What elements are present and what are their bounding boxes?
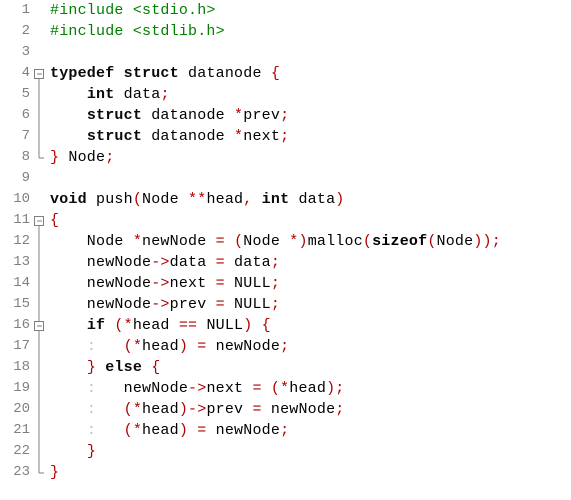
code-text[interactable]: #include <stdio.h>	[46, 0, 216, 21]
code-line[interactable]: 9	[0, 168, 571, 189]
code-line[interactable]: 11 {	[0, 210, 571, 231]
fold-guide-icon	[32, 399, 46, 420]
code-line[interactable]: 15 newNode->prev = NULL;	[0, 294, 571, 315]
line-number: 13	[0, 252, 32, 273]
fold-guide-icon	[32, 378, 46, 399]
code-line[interactable]: 19 : newNode->next = (*head);	[0, 378, 571, 399]
code-line[interactable]: 2 #include <stdlib.h>	[0, 21, 571, 42]
code-line[interactable]: 23}	[0, 462, 571, 483]
code-text[interactable]: : (*head) = newNode;	[46, 420, 289, 441]
line-number: 8	[0, 147, 32, 168]
code-line[interactable]: 3	[0, 42, 571, 63]
fold-guide-icon	[32, 462, 46, 483]
code-line[interactable]: 10 void push(Node **head, int data)	[0, 189, 571, 210]
line-number: 19	[0, 378, 32, 399]
code-line[interactable]: 12 Node *newNode = (Node *)malloc(sizeof…	[0, 231, 571, 252]
fold-guide-icon	[32, 294, 46, 315]
line-number: 21	[0, 420, 32, 441]
line-number: 5	[0, 84, 32, 105]
code-text[interactable]: if (*head == NULL) {	[46, 315, 271, 336]
code-text[interactable]: int data;	[46, 84, 170, 105]
fold-guide-icon	[32, 420, 46, 441]
fold-guide-icon	[32, 147, 46, 168]
code-text[interactable]: void push(Node **head, int data)	[46, 189, 345, 210]
code-line[interactable]: 16 if (*head == NULL) {	[0, 315, 571, 336]
code-line[interactable]: 18 } else {	[0, 357, 571, 378]
fold-guide-icon	[32, 273, 46, 294]
code-text[interactable]: Node *newNode = (Node *)malloc(sizeof(No…	[46, 231, 501, 252]
code-editor[interactable]: 1 #include <stdio.h> 2 #include <stdlib.h> 3…	[0, 0, 571, 483]
line-number: 18	[0, 357, 32, 378]
line-number: 7	[0, 126, 32, 147]
code-line[interactable]: 7 struct datanode *next;	[0, 126, 571, 147]
code-text[interactable]: typedef struct datanode {	[46, 63, 280, 84]
code-line[interactable]: 13 newNode->data = data;	[0, 252, 571, 273]
fold-toggle-icon[interactable]	[32, 210, 46, 231]
code-text[interactable]: struct datanode *prev;	[46, 105, 289, 126]
fold-guide-icon	[32, 441, 46, 462]
line-number: 6	[0, 105, 32, 126]
fold-guide-icon	[32, 357, 46, 378]
code-line[interactable]: 20 : (*head)->prev = newNode;	[0, 399, 571, 420]
code-text[interactable]: struct datanode *next;	[46, 126, 289, 147]
line-number: 14	[0, 273, 32, 294]
code-text[interactable]: : (*head)->prev = newNode;	[46, 399, 345, 420]
line-number: 20	[0, 399, 32, 420]
line-number: 11	[0, 210, 32, 231]
code-text[interactable]: : newNode->next = (*head);	[46, 378, 344, 399]
fold-guide-icon	[32, 252, 46, 273]
code-line[interactable]: 8 } Node;	[0, 147, 571, 168]
fold-guide-icon	[32, 126, 46, 147]
fold-guide-icon	[32, 336, 46, 357]
code-text[interactable]: : (*head) = newNode;	[46, 336, 289, 357]
code-line[interactable]: 6 struct datanode *prev;	[0, 105, 571, 126]
line-number: 15	[0, 294, 32, 315]
line-number: 2	[0, 21, 32, 42]
line-number: 23	[0, 462, 32, 483]
line-number: 1	[0, 0, 32, 21]
code-line[interactable]: 5 int data;	[0, 84, 571, 105]
code-line[interactable]: 22 }	[0, 441, 571, 462]
fold-guide-icon	[32, 105, 46, 126]
fold-toggle-icon[interactable]	[32, 63, 46, 84]
code-line[interactable]: 21 : (*head) = newNode;	[0, 420, 571, 441]
line-number: 10	[0, 189, 32, 210]
code-text[interactable]: {	[46, 210, 59, 231]
code-text[interactable]: }	[46, 441, 96, 462]
code-text[interactable]: #include <stdlib.h>	[46, 21, 225, 42]
line-number: 4	[0, 63, 32, 84]
code-line[interactable]: 17 : (*head) = newNode;	[0, 336, 571, 357]
code-line[interactable]: 1 #include <stdio.h>	[0, 0, 571, 21]
line-number: 17	[0, 336, 32, 357]
code-text[interactable]: } else {	[46, 357, 160, 378]
line-number: 22	[0, 441, 32, 462]
code-line[interactable]: 14 newNode->next = NULL;	[0, 273, 571, 294]
fold-guide-icon	[32, 231, 46, 252]
code-text[interactable]: }	[46, 462, 59, 483]
fold-guide-icon	[32, 84, 46, 105]
code-text[interactable]: newNode->data = data;	[46, 252, 280, 273]
line-number: 3	[0, 42, 32, 63]
line-number: 16	[0, 315, 32, 336]
fold-toggle-icon[interactable]	[32, 315, 46, 336]
line-number: 9	[0, 168, 32, 189]
code-text[interactable]: } Node;	[46, 147, 114, 168]
code-text[interactable]: newNode->next = NULL;	[46, 273, 280, 294]
code-line[interactable]: 4 typedef struct datanode {	[0, 63, 571, 84]
line-number: 12	[0, 231, 32, 252]
code-text[interactable]: newNode->prev = NULL;	[46, 294, 280, 315]
